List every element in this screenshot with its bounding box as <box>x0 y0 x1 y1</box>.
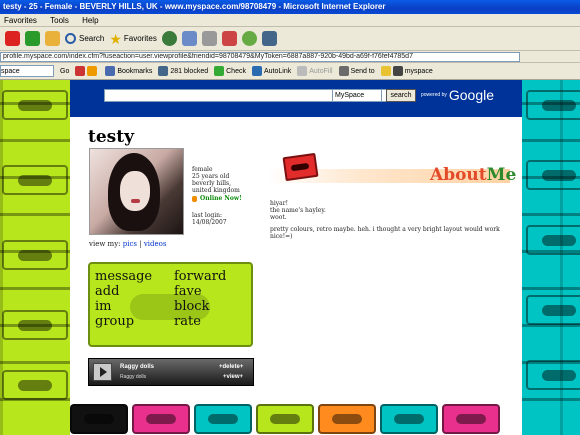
blocked-icon <box>158 66 169 76</box>
toolbar-search-input[interactable]: space <box>0 65 54 77</box>
toolbar-icon-2[interactable] <box>87 66 98 76</box>
page-viewport: MySpace search powered by Google testy fe… <box>0 80 580 435</box>
pics-link[interactable]: pics <box>123 240 137 248</box>
bookmark-star-icon <box>105 66 116 76</box>
add-favorite-link[interactable]: fave <box>174 285 202 299</box>
research-icon[interactable] <box>261 31 277 46</box>
instant-message-link[interactable]: im <box>95 300 112 314</box>
check-icon <box>214 66 225 76</box>
autolink-button[interactable]: AutoLink <box>251 66 291 76</box>
country: united kingdom <box>192 187 240 194</box>
last-login: last login: 14/08/2007 <box>192 212 227 226</box>
refresh-icon[interactable] <box>25 31 40 46</box>
autolink-icon <box>251 66 262 76</box>
block-user-link[interactable]: block <box>174 300 209 314</box>
background-cassette <box>526 90 580 120</box>
delete-song-link[interactable]: +delete+ <box>219 364 243 370</box>
background-cassette <box>2 310 68 340</box>
add-friend-link[interactable]: add <box>95 285 119 299</box>
contact-box: message forward add fave im block group … <box>88 262 253 347</box>
magnifier-icon <box>65 33 76 44</box>
search-bar: MySpace search powered by Google <box>70 80 522 117</box>
rate-user-link[interactable]: rate <box>174 315 201 329</box>
myspace-link[interactable]: myspace <box>380 66 433 76</box>
google-logo: Google <box>448 87 495 103</box>
videos-link[interactable]: videos <box>144 240 167 248</box>
address-bar: profile.myspace.com/index.cfm?fuseaction… <box>0 51 580 63</box>
background-cassette <box>2 165 68 195</box>
play-button[interactable] <box>93 363 112 381</box>
profile-photo[interactable] <box>89 148 184 235</box>
city: beverly hills, <box>192 180 232 187</box>
bottom-cassette-strip <box>0 402 580 435</box>
gender: female <box>192 166 213 173</box>
background-cassette <box>194 404 252 434</box>
stop-icon[interactable] <box>5 31 20 46</box>
add-to-group-link[interactable]: group <box>95 315 134 329</box>
background-cassette <box>526 295 580 325</box>
menu-favorites[interactable]: Favorites <box>4 16 37 25</box>
main-toolbar: Search ★ Favorites <box>0 27 580 51</box>
send-to-button[interactable]: Send to <box>338 66 375 76</box>
view-my-links: view my: pics | videos <box>89 240 167 248</box>
search-button[interactable]: Search <box>65 33 104 44</box>
edit-icon[interactable] <box>221 31 237 46</box>
home-icon[interactable] <box>45 31 60 46</box>
myspace-icon <box>392 66 403 76</box>
autofill-button[interactable]: AutoFill <box>297 66 333 76</box>
send-to-icon <box>338 66 349 76</box>
background-cassette <box>526 225 580 255</box>
popup-blocker-button[interactable]: 281 blocked <box>158 66 208 76</box>
powered-by-google: powered by Google <box>421 87 495 103</box>
background-cassette <box>2 240 68 270</box>
menu-help[interactable]: Help <box>82 16 98 25</box>
background-cassette <box>2 370 68 400</box>
online-status: Online Now! <box>192 195 242 202</box>
history-icon[interactable] <box>161 31 177 46</box>
links-toolbar: space Go Bookmarks 281 blocked Check Aut… <box>0 63 580 80</box>
music-player: Raggy dolls Raggy dolls +delete+ +view+ <box>88 358 254 386</box>
background-cassette <box>256 404 314 434</box>
age: 25 years old <box>192 173 230 180</box>
menu-bar: Favorites Tools Help <box>0 14 580 27</box>
forward-link[interactable]: forward <box>174 270 226 284</box>
artist-name: Raggy dolls <box>120 374 147 380</box>
bookmarks-button[interactable]: Bookmarks <box>105 66 152 76</box>
background-cassette <box>526 360 580 390</box>
background-cassette <box>70 404 128 434</box>
background-cassette <box>132 404 190 434</box>
about-me-text: hiyar! the name's hayley. woot. pretty c… <box>270 200 500 240</box>
background-cassette <box>442 404 500 434</box>
toolbar-icon[interactable] <box>75 66 86 76</box>
background-cassette <box>318 404 376 434</box>
profile-info: female 25 years old beverly hills, unite… <box>192 166 262 194</box>
address-input[interactable]: profile.myspace.com/index.cfm?fuseaction… <box>0 52 520 62</box>
song-title: Raggy dolls <box>120 364 155 370</box>
mail-icon[interactable] <box>181 31 197 46</box>
search-scope-select[interactable]: MySpace <box>332 89 382 102</box>
online-person-icon <box>192 195 197 202</box>
about-me-heading: AboutMe <box>430 165 517 185</box>
messenger-icon[interactable] <box>241 31 257 46</box>
send-message-link[interactable]: message <box>95 270 152 284</box>
print-icon[interactable] <box>201 31 217 46</box>
pencil-icon <box>380 66 391 76</box>
profile-name: testy <box>88 127 134 147</box>
search-submit-button[interactable]: search <box>386 89 416 102</box>
menu-tools[interactable]: Tools <box>50 16 69 25</box>
go-button[interactable]: Go <box>60 68 69 75</box>
profile-page: MySpace search powered by Google testy fe… <box>70 80 522 435</box>
background-cassette <box>380 404 438 434</box>
check-button[interactable]: Check <box>214 66 246 76</box>
star-icon: ★ <box>109 30 122 47</box>
view-song-link[interactable]: +view+ <box>223 374 243 380</box>
background-cassette <box>2 90 68 120</box>
cassette-icon <box>282 152 319 182</box>
window-title: testy - 25 - Female - BEVERLY HILLS, UK … <box>0 0 580 14</box>
favorites-button[interactable]: ★ Favorites <box>109 32 156 46</box>
background-cassette <box>526 160 580 190</box>
autofill-icon <box>297 66 308 76</box>
